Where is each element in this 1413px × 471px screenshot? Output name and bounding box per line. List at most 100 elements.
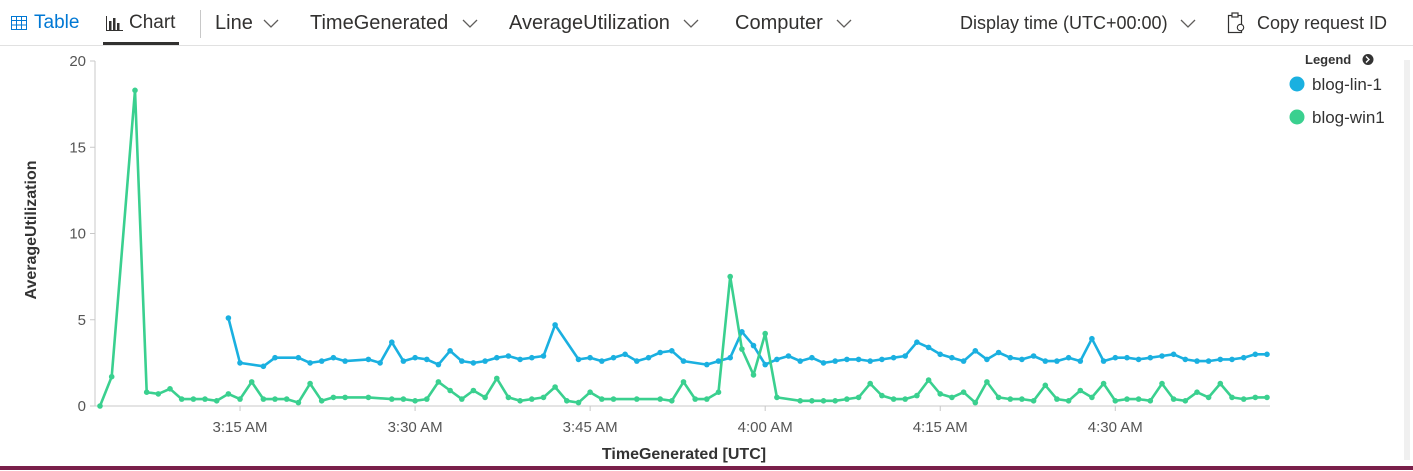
data-point[interactable] [1030,398,1037,404]
data-point[interactable] [797,358,803,364]
data-point[interactable] [1159,353,1165,359]
data-point[interactable] [844,396,850,402]
data-point[interactable] [645,354,652,361]
data-point[interactable] [879,356,885,363]
data-point[interactable] [213,398,220,404]
data-point[interactable] [1042,358,1049,364]
data-point[interactable] [949,354,955,361]
data-point[interactable] [564,398,570,404]
data-point[interactable] [202,396,208,402]
data-point[interactable] [739,346,745,352]
data-point[interactable] [960,389,967,396]
data-point[interactable] [575,399,582,406]
data-point[interactable] [599,358,605,364]
data-point[interactable] [283,396,290,402]
data-point[interactable] [774,356,780,363]
data-point[interactable] [237,360,243,366]
data-point[interactable] [1042,382,1049,389]
data-point[interactable] [960,358,967,364]
data-point[interactable] [587,389,593,396]
data-point[interactable] [552,384,558,390]
data-point[interactable] [435,361,442,368]
data-point[interactable] [1205,358,1212,364]
data-point[interactable] [1252,351,1259,358]
data-point[interactable] [914,339,920,346]
data-point[interactable] [1182,398,1189,404]
data-point[interactable] [855,394,862,401]
data-point[interactable] [762,361,768,368]
data-point[interactable] [1054,358,1060,364]
data-point[interactable] [1007,354,1014,361]
data-point[interactable] [1159,380,1165,387]
chart-type-dropdown[interactable]: Line [215,0,279,46]
data-point[interactable] [610,396,617,402]
data-point[interactable] [1217,380,1224,387]
split-column-dropdown[interactable]: Computer [735,0,852,46]
data-point[interactable] [1089,335,1095,342]
data-point[interactable] [1135,356,1142,363]
data-point[interactable] [1124,396,1130,402]
data-point[interactable] [727,273,733,280]
data-point[interactable] [774,394,780,401]
data-point[interactable] [1112,354,1119,361]
data-point[interactable] [750,342,757,349]
data-point[interactable] [517,398,523,404]
data-point[interactable] [1229,394,1235,401]
data-point[interactable] [972,348,979,354]
data-point[interactable] [1240,396,1247,402]
x-column-dropdown[interactable]: TimeGenerated [310,0,478,46]
data-point[interactable] [715,389,722,396]
data-point[interactable] [587,354,593,361]
data-point[interactable] [1194,389,1200,396]
data-point[interactable] [704,361,710,368]
table-tab[interactable]: Table [11,0,79,46]
data-point[interactable] [459,358,465,364]
data-point[interactable] [809,354,815,361]
data-point[interactable] [785,353,792,359]
data-point[interactable] [1019,396,1025,402]
data-point[interactable] [178,396,185,402]
data-point[interactable] [1030,353,1037,359]
data-point[interactable] [739,329,745,335]
data-point[interactable] [879,392,885,399]
data-point[interactable] [762,330,768,337]
data-point[interactable] [1054,396,1060,402]
data-point[interactable] [1182,356,1189,363]
data-point[interactable] [494,354,500,361]
data-point[interactable] [1007,396,1014,402]
y-column-dropdown[interactable]: AverageUtilization [509,0,699,46]
data-point[interactable] [505,353,512,359]
data-point[interactable] [890,354,897,361]
data-point[interactable] [1205,394,1212,401]
data-point[interactable] [400,396,407,402]
data-point[interactable] [820,360,827,366]
data-point[interactable] [260,396,267,402]
data-point[interactable] [260,363,267,370]
data-point[interactable] [167,386,173,392]
data-point[interactable] [459,396,465,402]
data-point[interactable] [330,394,337,401]
data-point[interactable] [97,403,103,409]
data-point[interactable] [1100,358,1107,364]
data-point[interactable] [307,360,313,366]
data-point[interactable] [890,396,897,402]
data-point[interactable] [1147,398,1154,404]
legend-entry-label[interactable]: blog-lin-1 [1312,75,1382,94]
data-point[interactable] [832,398,838,404]
vertical-scrollbar[interactable] [1404,60,1410,460]
display-time-dropdown[interactable]: Display time (UTC+00:00) [960,0,1196,46]
data-point[interactable] [424,396,430,402]
data-point[interactable] [715,358,722,364]
data-point[interactable] [937,351,943,358]
data-point[interactable] [540,353,547,359]
data-point[interactable] [342,394,348,401]
data-point[interactable] [494,375,500,382]
data-point[interactable] [1170,396,1177,402]
data-point[interactable] [680,358,687,364]
data-point[interactable] [108,373,115,380]
data-point[interactable] [295,399,302,406]
data-point[interactable] [575,356,582,363]
data-point[interactable] [669,398,675,404]
data-point[interactable] [1100,380,1107,387]
data-point[interactable] [1264,351,1270,358]
